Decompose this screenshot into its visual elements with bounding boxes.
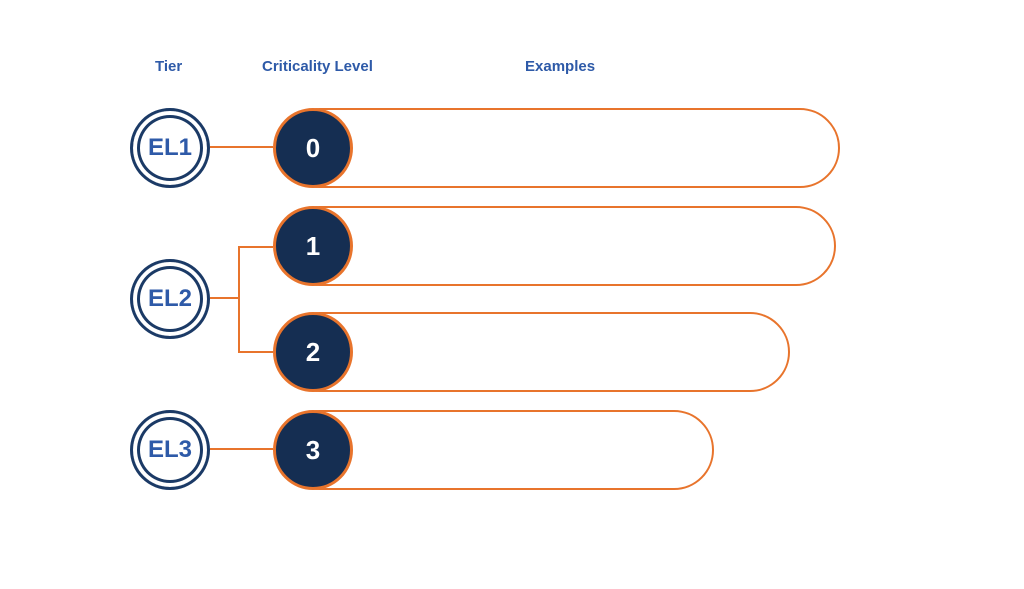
example-pill-level0 [280, 108, 840, 188]
connector-el2-branch-top [238, 246, 273, 248]
criticality-level2-node: 2 [273, 312, 353, 392]
connector-el2-stem [210, 297, 240, 299]
header-criticality: Criticality Level [262, 58, 373, 75]
tier-el2-node: EL2 [130, 259, 210, 339]
tier-el2-label: EL2 [148, 285, 192, 313]
connector-el1 [210, 146, 273, 148]
criticality-level3-node: 3 [273, 410, 353, 490]
example-pill-level2 [280, 312, 790, 392]
criticality-level0-node: 0 [273, 108, 353, 188]
header-tier: Tier [155, 58, 182, 75]
connector-el2-vertical [238, 246, 240, 351]
connector-el3 [210, 448, 273, 450]
criticality-level0-label: 0 [306, 133, 320, 164]
diagram-canvas: Tier Criticality Level Examples EL1 EL2 … [0, 0, 1024, 589]
criticality-level1-node: 1 [273, 206, 353, 286]
example-pill-level1 [280, 206, 836, 286]
criticality-level1-label: 1 [306, 231, 320, 262]
tier-el1-label: EL1 [148, 134, 192, 162]
tier-el1-node: EL1 [130, 108, 210, 188]
tier-el3-label: EL3 [148, 436, 192, 464]
criticality-level2-label: 2 [306, 337, 320, 368]
header-examples: Examples [525, 58, 595, 75]
tier-el3-node: EL3 [130, 410, 210, 490]
connector-el2-branch-bottom [238, 351, 273, 353]
criticality-level3-label: 3 [306, 435, 320, 466]
